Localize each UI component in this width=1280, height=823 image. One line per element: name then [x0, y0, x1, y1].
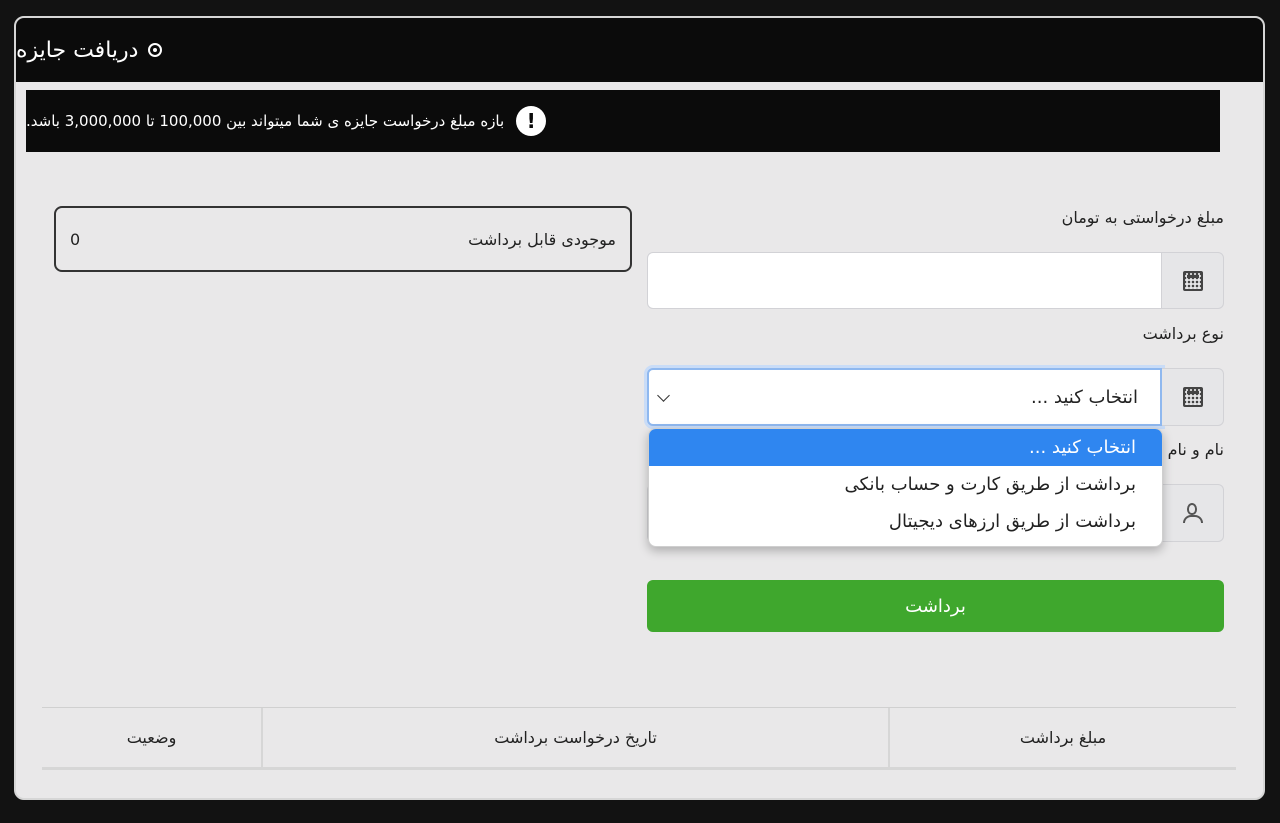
alert-text: بازه مبلغ درخواست جایزه ی شما میتواند بی… [26, 112, 505, 130]
panel-header: دریافت جایزه [16, 18, 1263, 82]
balance-value: 0 [70, 229, 81, 249]
name-addon [1162, 484, 1224, 542]
withdraw-type-dropdown: انتخاب کنید ... برداشت از طریق کارت و حس… [648, 428, 1163, 547]
amount-addon [1162, 252, 1224, 309]
info-alert: ! بازه مبلغ درخواست جایزه ی شما میتواند … [26, 90, 1220, 152]
calculator-icon [1182, 387, 1203, 407]
balance-label: موجودی قابل برداشت [468, 229, 616, 249]
withdraw-type-select[interactable]: انتخاب کنید ... [647, 368, 1162, 426]
balance-box: موجودی قابل برداشت 0 [54, 206, 632, 272]
name-label: نام و نام [1167, 440, 1224, 459]
type-addon [1162, 368, 1224, 426]
user-icon [1182, 502, 1204, 524]
target-icon [148, 43, 163, 57]
chevron-down-icon [657, 388, 670, 402]
amount-input[interactable] [647, 252, 1162, 309]
column-header-date[interactable]: تاریخ درخواست برداشت [261, 708, 888, 767]
withdraw-button[interactable]: برداشت [647, 580, 1224, 632]
dropdown-option[interactable]: برداشت از طریق کارت و حساب بانکی [649, 466, 1162, 503]
calculator-icon [1182, 270, 1203, 291]
dropdown-option[interactable]: انتخاب کنید ... [649, 429, 1162, 466]
withdraw-type-group: انتخاب کنید ... [647, 368, 1224, 426]
page-title: دریافت جایزه [16, 37, 139, 63]
select-value: انتخاب کنید ... [1031, 386, 1138, 408]
exclamation-icon: ! [516, 106, 547, 136]
column-header-amount[interactable]: مبلغ برداشت [888, 708, 1236, 767]
withdraw-type-label: نوع برداشت [1142, 324, 1224, 343]
column-header-status[interactable]: وضعیت [42, 708, 261, 767]
withdraw-table-header: مبلغ برداشت تاریخ درخواست برداشت وضعیت [42, 707, 1236, 770]
amount-input-group [647, 252, 1224, 309]
dropdown-option[interactable]: برداشت از طریق ارزهای دیجیتال [649, 503, 1162, 540]
amount-label: مبلغ درخواستی به تومان [1061, 208, 1224, 227]
